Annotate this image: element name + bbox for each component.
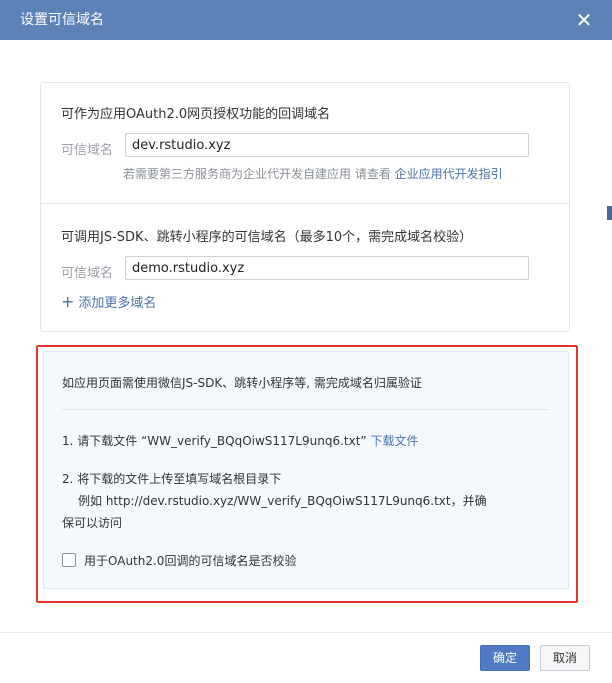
oauth-domain-label: 可信域名 bbox=[61, 143, 114, 158]
jssdk-section-title: 可调用JS-SDK、跳转小程序的可信域名（最多10个，需完成域名校验） bbox=[61, 230, 473, 245]
plus-icon: + bbox=[61, 292, 75, 311]
oauth-hint: 若需要第三方服务商为企业代开发自建应用 请查看 企业应用代开发指引 bbox=[123, 165, 503, 182]
dialog-titlebar: 设置可信域名 ✕ bbox=[0, 0, 612, 40]
domain-verify-box: 如应用页面需使用微信JS-SDK、跳转小程序等, 需完成域名归属验证 1. 请下… bbox=[43, 351, 569, 589]
verify-divider bbox=[62, 409, 550, 410]
verify-heading: 如应用页面需使用微信JS-SDK、跳转小程序等, 需完成域名归属验证 bbox=[62, 376, 422, 390]
verify-step-1-text: 1. 请下载文件 “WW_verify_BQqOiwS117L9unq6.txt… bbox=[62, 434, 367, 448]
verify-step-1: 1. 请下载文件 “WW_verify_BQqOiwS117L9unq6.txt… bbox=[62, 432, 418, 449]
section-divider bbox=[41, 203, 569, 204]
oauth-verify-option[interactable]: 用于OAuth2.0回调的可信域名是否校验 bbox=[62, 552, 296, 569]
jssdk-domain-label: 可信域名 bbox=[61, 266, 114, 281]
oauth-verify-checkbox[interactable] bbox=[62, 553, 76, 567]
download-file-link[interactable]: 下载文件 bbox=[370, 434, 418, 448]
dialog-footer: 确定 取消 bbox=[0, 632, 612, 683]
add-more-domains-button[interactable]: + 添加更多域名 bbox=[61, 292, 156, 311]
oauth-hint-text: 若需要第三方服务商为企业代开发自建应用 请查看 bbox=[123, 167, 391, 181]
confirm-button[interactable]: 确定 bbox=[480, 645, 530, 671]
verify-step-2-example-cont: 保可以访问 bbox=[62, 516, 123, 530]
oauth-verify-checkbox-label: 用于OAuth2.0回调的可信域名是否校验 bbox=[84, 554, 297, 568]
cancel-button[interactable]: 取消 bbox=[540, 645, 590, 671]
jssdk-domain-input[interactable] bbox=[125, 256, 529, 280]
domain-settings-panel: 可作为应用OAuth2.0网页授权功能的回调域名 可信域名 若需要第三方服务商为… bbox=[40, 82, 570, 332]
dialog-title: 设置可信域名 bbox=[20, 12, 104, 28]
verify-step-2: 2. 将下载的文件上传至填写域名根目录下 bbox=[62, 472, 282, 486]
oauth-domain-input[interactable] bbox=[125, 133, 529, 157]
close-icon[interactable]: ✕ bbox=[574, 10, 594, 30]
enterprise-dev-guide-link[interactable]: 企业应用代开发指引 bbox=[395, 167, 503, 181]
verify-step-2-example: 例如 http://dev.rstudio.xyz/WW_verify_BQqO… bbox=[78, 494, 487, 508]
scroll-marker bbox=[607, 206, 612, 220]
oauth-section-title: 可作为应用OAuth2.0网页授权功能的回调域名 bbox=[61, 107, 331, 122]
add-more-domains-label: 添加更多域名 bbox=[78, 296, 157, 311]
